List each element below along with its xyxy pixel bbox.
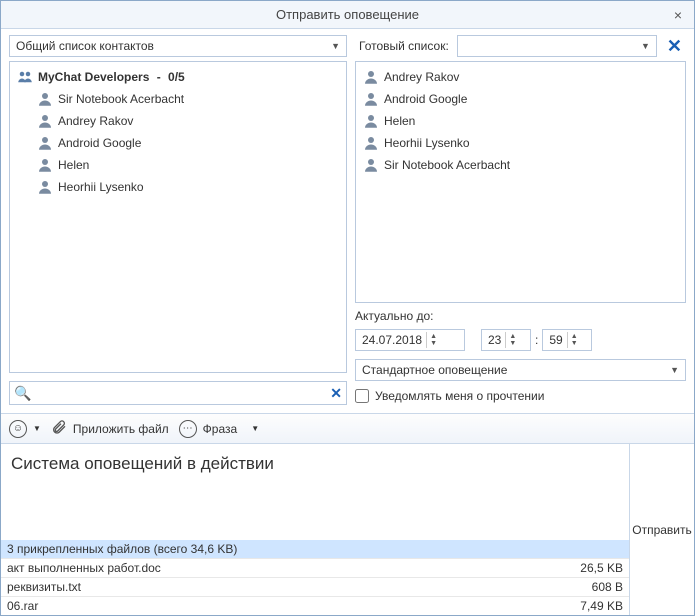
recipient-name: Sir Notebook Acerbacht — [384, 158, 510, 172]
notification-type-combo[interactable]: Стандартное оповещение ▼ — [355, 359, 686, 381]
contact-row[interactable]: Sir Notebook Acerbacht — [10, 88, 346, 110]
contact-row[interactable]: Heorhii Lysenko — [10, 176, 346, 198]
recipient-row[interactable]: Android Google — [356, 88, 685, 110]
attach-button[interactable]: Приложить файл — [51, 419, 169, 438]
phrase-button[interactable]: ⋯ Фраза ▼ — [179, 420, 259, 438]
emoji-button[interactable]: ☺ ▼ — [9, 420, 41, 438]
minute-input[interactable]: 59 ▲▼ — [542, 329, 592, 351]
recipients-list[interactable]: Andrey Rakov Android Google Helen Heorhii L… — [355, 61, 686, 303]
recipient-row[interactable]: Andrey Rakov — [356, 66, 685, 88]
contact-row[interactable]: Andrey Rakov — [10, 110, 346, 132]
recipient-name: Android Google — [384, 92, 467, 106]
recipient-row[interactable]: Heorhii Lysenko — [356, 132, 685, 154]
send-button[interactable]: Отправить — [632, 523, 692, 537]
person-icon — [362, 90, 380, 108]
file-name: 06.rar — [7, 599, 38, 613]
titlebar: Отправить оповещение × — [1, 1, 694, 29]
search-input[interactable] — [35, 386, 330, 400]
chevron-down-icon: ▼ — [641, 41, 650, 51]
recipient-name: Andrey Rakov — [384, 70, 459, 84]
attach-label: Приложить файл — [73, 422, 169, 436]
contact-name: Helen — [58, 158, 89, 172]
contact-row[interactable]: Android Google — [10, 132, 346, 154]
contact-name: Android Google — [58, 136, 141, 150]
group-name: MyChat Developers — [38, 70, 149, 84]
window-title: Отправить оповещение — [276, 7, 419, 22]
contact-name: Heorhii Lysenko — [58, 180, 144, 194]
message-text: Система оповещений в действии — [11, 454, 274, 473]
editor-toolbar: ☺ ▼ Приложить файл ⋯ Фраза ▼ — [1, 413, 694, 443]
hour-input[interactable]: 23 ▲▼ — [481, 329, 531, 351]
notification-type-label: Стандартное оповещение — [362, 363, 507, 377]
notify-read-row: Уведомлять меня о прочтении — [355, 389, 686, 403]
recipient-name: Helen — [384, 114, 415, 128]
message-body[interactable]: Система оповещений в действии — [1, 444, 629, 540]
person-icon — [362, 112, 380, 130]
phrase-label: Фраза — [203, 422, 238, 436]
person-icon — [362, 68, 380, 86]
file-size: 26,5 KB — [580, 561, 623, 575]
panels: MyChat Developers - 0/5 Sir Notebook Ace… — [1, 61, 694, 409]
contact-name: Sir Notebook Acerbacht — [58, 92, 184, 106]
clear-ready-list-button[interactable]: ✕ — [663, 36, 686, 57]
recipients-panel: Andrey Rakov Android Google Helen Heorhii L… — [355, 61, 686, 409]
smile-icon: ☺ — [9, 420, 27, 438]
person-icon — [36, 112, 54, 130]
file-size: 7,49 KB — [580, 599, 623, 613]
file-row[interactable]: акт выполненных работ.doc 26,5 KB — [1, 558, 629, 577]
chevron-down-icon: ▼ — [331, 41, 340, 51]
person-icon — [36, 90, 54, 108]
valid-until-label: Актуально до: — [355, 309, 686, 323]
group-count: 0/5 — [168, 70, 185, 84]
contacts-list-label: Общий список контактов — [16, 39, 154, 53]
contacts-panel: MyChat Developers - 0/5 Sir Notebook Ace… — [9, 61, 347, 409]
speech-icon: ⋯ — [179, 420, 197, 438]
file-row[interactable]: реквизиты.txt 608 B — [1, 577, 629, 596]
recipient-row[interactable]: Sir Notebook Acerbacht — [356, 154, 685, 176]
chevron-down-icon: ▼ — [670, 365, 679, 375]
send-column: Отправить — [630, 443, 694, 615]
clear-search-button[interactable]: ✕ — [330, 385, 342, 402]
recipient-name: Heorhii Lysenko — [384, 136, 470, 150]
recipient-row[interactable]: Helen — [356, 110, 685, 132]
hour-spinner-icon[interactable]: ▲▼ — [505, 332, 519, 348]
group-row[interactable]: MyChat Developers - 0/5 — [10, 66, 346, 88]
contact-row[interactable]: Helen — [10, 154, 346, 176]
notify-read-checkbox[interactable] — [355, 389, 369, 403]
person-icon — [36, 156, 54, 174]
person-icon — [362, 134, 380, 152]
search-icon: 🔍 — [14, 385, 35, 402]
file-size: 608 B — [592, 580, 623, 594]
search-box[interactable]: 🔍 ✕ — [9, 381, 347, 405]
ready-list-label: Готовый список: — [359, 39, 451, 53]
chevron-down-icon: ▼ — [33, 424, 41, 433]
group-icon — [16, 68, 34, 86]
files-summary: 3 прикрепленных файлов (всего 34,6 KB) — [1, 540, 629, 558]
date-spinner-icon[interactable]: ▲▼ — [426, 332, 440, 348]
valid-date-input[interactable]: 24.07.2018 ▲▼ — [355, 329, 465, 351]
content-area: Система оповещений в действии 3 прикрепл… — [1, 443, 694, 615]
time-colon: : — [535, 333, 538, 347]
close-button[interactable]: × — [668, 5, 688, 25]
file-name: реквизиты.txt — [7, 580, 81, 594]
contacts-list-combo[interactable]: Общий список контактов ▼ — [9, 35, 347, 57]
chevron-down-icon: ▼ — [251, 424, 259, 433]
file-row[interactable]: 06.rar 7,49 KB — [1, 596, 629, 615]
person-icon — [36, 178, 54, 196]
file-name: акт выполненных работ.doc — [7, 561, 161, 575]
toolbar: Общий список контактов ▼ Готовый список:… — [1, 29, 694, 61]
ready-list-combo[interactable]: ▼ — [457, 35, 657, 57]
person-icon — [36, 134, 54, 152]
person-icon — [362, 156, 380, 174]
paperclip-icon — [51, 419, 67, 438]
notify-read-label: Уведомлять меня о прочтении — [375, 389, 544, 403]
contact-name: Andrey Rakov — [58, 114, 133, 128]
minute-spinner-icon[interactable]: ▲▼ — [567, 332, 581, 348]
contacts-tree[interactable]: MyChat Developers - 0/5 Sir Notebook Ace… — [9, 61, 347, 373]
